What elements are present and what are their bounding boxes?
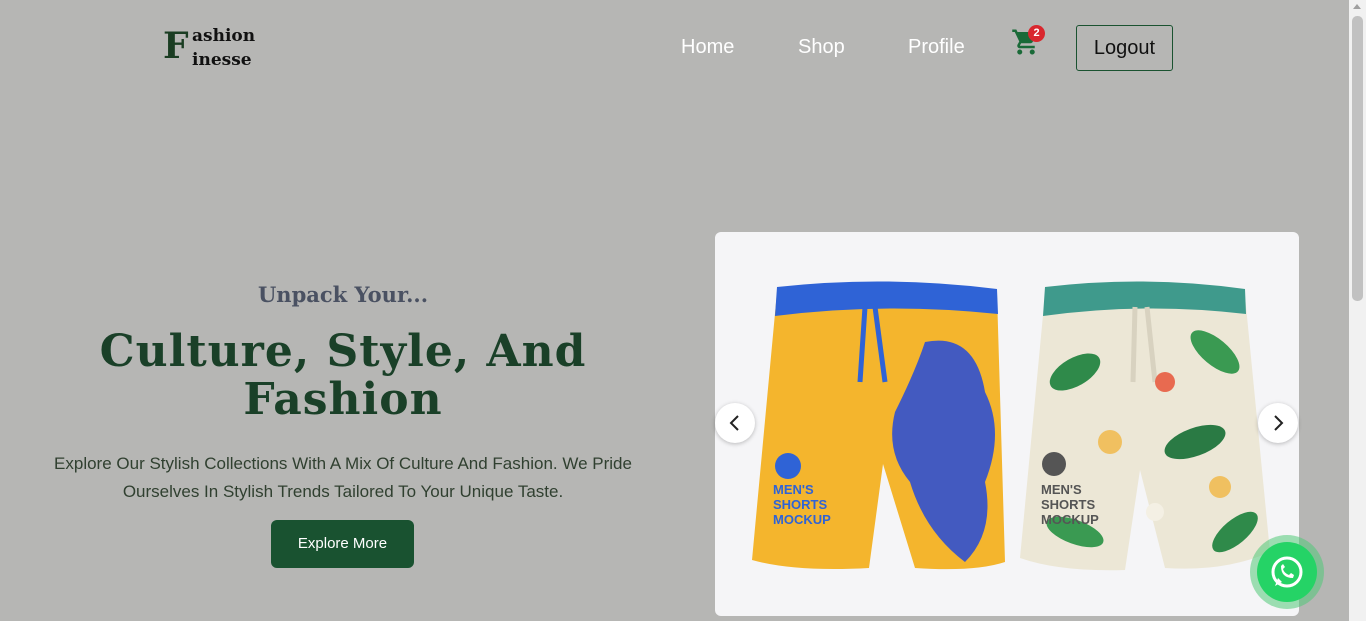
logo-line-1: ashion <box>192 26 256 46</box>
carousel-prev-button[interactable] <box>715 403 755 443</box>
brand-logo[interactable]: F ashion inesse <box>163 24 263 74</box>
nav-profile[interactable]: Profile <box>908 36 965 59</box>
hero-kicker: Unpack Your... <box>257 282 429 307</box>
shorts-image: MEN'S SHORTS MOCKUP MEN'S SHORTS MOCKUP <box>752 281 1270 571</box>
whatsapp-icon <box>1271 556 1303 588</box>
logo-initial: F <box>163 25 189 67</box>
logout-button[interactable]: Logout <box>1076 25 1173 71</box>
chevron-right-icon <box>1274 415 1284 431</box>
page-scrollbar[interactable] <box>1349 0 1366 621</box>
whatsapp-button[interactable] <box>1250 535 1324 609</box>
product-carousel: MEN'S SHORTS MOCKUP MEN'S SHORTS MOCKUP <box>715 232 1299 616</box>
logo-line-2: inesse <box>192 50 252 70</box>
nav-home[interactable]: Home <box>681 36 734 59</box>
scrollbar-thumb[interactable] <box>1352 16 1363 301</box>
hero-description: Explore Our Stylish Collections With A M… <box>54 454 632 501</box>
explore-more-button[interactable]: Explore More <box>271 520 414 568</box>
nav-shop[interactable]: Shop <box>798 36 845 59</box>
chevron-left-icon <box>729 415 739 431</box>
cart-count-badge: 2 <box>1028 25 1045 42</box>
carousel-next-button[interactable] <box>1258 403 1298 443</box>
scroll-up-icon[interactable] <box>1353 4 1361 9</box>
hero-headline: Culture, Style, And Fashion <box>99 326 587 425</box>
